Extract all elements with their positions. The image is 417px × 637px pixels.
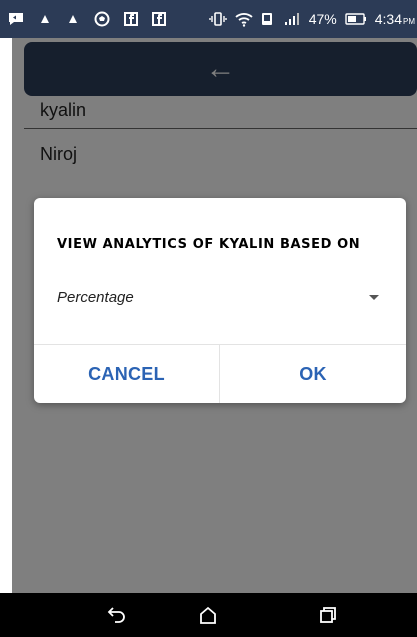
dialog-title: VIEW ANALYTICS OF KYALIN BASED ON <box>57 237 361 252</box>
back-icon <box>107 607 125 623</box>
clock-ampm: PM <box>403 17 415 26</box>
battery-percent: 47% <box>308 11 337 27</box>
nav-home-button[interactable] <box>194 602 222 628</box>
nav-recent-apps-button[interactable] <box>314 602 342 628</box>
warning-icon <box>66 11 80 27</box>
battery-icon <box>345 11 367 27</box>
clock: 4:34PM <box>375 11 415 27</box>
navigation-bar <box>0 593 417 637</box>
ok-button[interactable]: OK <box>220 345 406 403</box>
soccer-icon <box>94 11 110 27</box>
app-screen: 47% 4:34PM ← kyalin Niroj VIEW ANALYTICS… <box>0 0 417 637</box>
vibrate-icon <box>209 11 227 27</box>
clock-time: 4:34 <box>374 11 402 27</box>
dropdown-selected-value: Percentage <box>57 288 134 306</box>
wifi-icon <box>235 11 253 27</box>
status-bar: 47% 4:34PM <box>0 0 417 38</box>
nav-back-button[interactable] <box>103 602 131 628</box>
message-icon <box>8 11 24 27</box>
cancel-button[interactable]: CANCEL <box>34 345 220 403</box>
facebook-icon <box>124 11 138 27</box>
warning-icon <box>38 11 52 27</box>
analytics-dialog: VIEW ANALYTICS OF KYALIN BASED ON Percen… <box>34 198 406 403</box>
dropdown-caret-icon <box>369 294 379 300</box>
system-icons: 47% 4:34PM <box>209 0 417 38</box>
analytics-type-dropdown[interactable]: Percentage <box>57 286 387 308</box>
notification-icons <box>0 11 166 27</box>
facebook-icon <box>152 11 166 27</box>
home-icon <box>200 606 216 624</box>
nfc-icon <box>261 11 275 27</box>
recent-apps-icon <box>320 607 336 623</box>
signal-icon <box>283 11 301 27</box>
